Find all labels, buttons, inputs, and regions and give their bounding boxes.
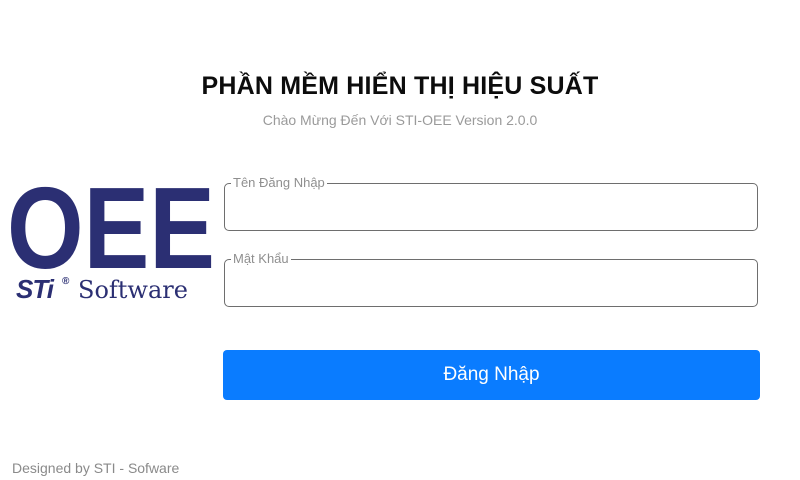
software-brand-text: Software bbox=[78, 276, 188, 304]
password-label: Mật Khẩu bbox=[231, 250, 291, 268]
oee-logo: OEE STi ® Software bbox=[10, 180, 215, 310]
registered-mark: ® bbox=[62, 276, 70, 287]
login-page: PHẦN MỀM HIỂN THỊ HIỆU SUẤT Chào Mừng Đế… bbox=[0, 0, 800, 480]
page-title: PHẦN MỀM HIỂN THỊ HIỆU SUẤT bbox=[201, 72, 599, 100]
sti-brand-text: STi bbox=[16, 274, 54, 304]
page-subtitle: Chào Mừng Đến Với STI-OEE Version 2.0.0 bbox=[262, 112, 538, 128]
username-label: Tên Đăng Nhập bbox=[231, 174, 327, 192]
oee-logo-mark: OEE bbox=[10, 180, 215, 276]
oee-logo-text: OEE bbox=[10, 180, 215, 276]
password-field[interactable]: Mật Khẩu bbox=[224, 250, 758, 307]
login-button[interactable]: Đăng Nhập bbox=[223, 350, 760, 400]
password-input[interactable] bbox=[235, 270, 749, 298]
username-input[interactable] bbox=[235, 194, 749, 222]
username-field[interactable]: Tên Đăng Nhập bbox=[224, 174, 758, 231]
footer-credit: Designed by STI - Sofware bbox=[12, 460, 180, 476]
